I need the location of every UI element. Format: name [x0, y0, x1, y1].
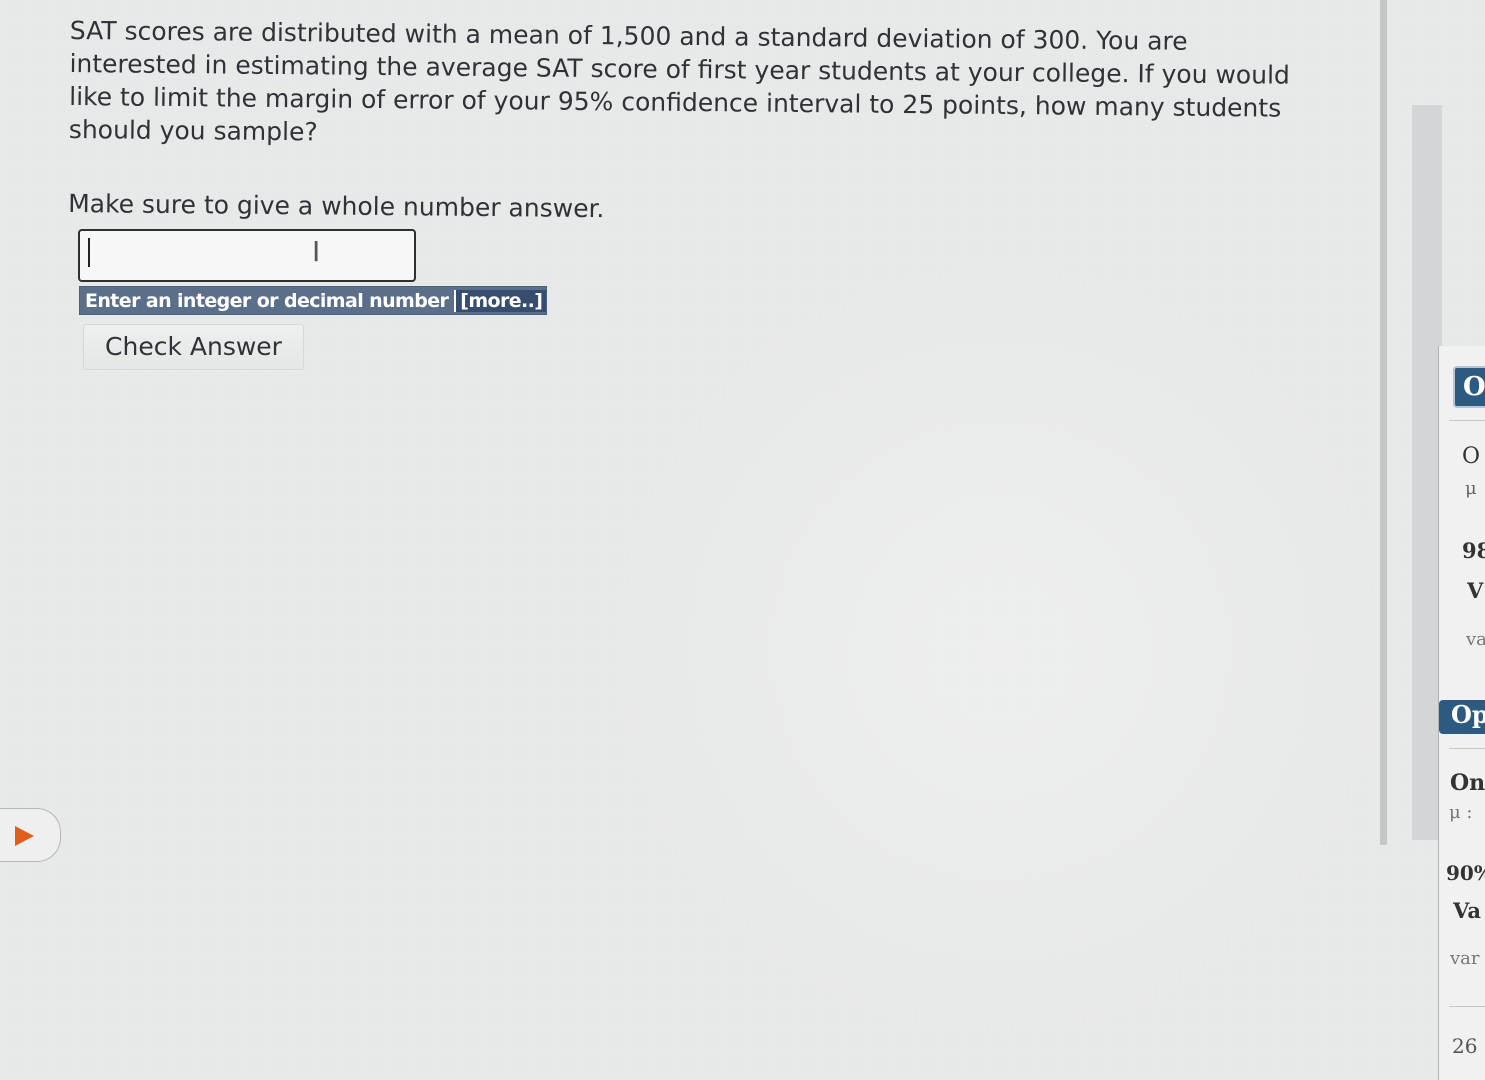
- question-block: SAT scores are distributed with a mean o…: [68, 14, 1300, 231]
- question-text: SAT scores are distributed with a mean o…: [68, 15, 1290, 147]
- check-answer-button[interactable]: Check Answer: [83, 324, 304, 370]
- content-edge: [1380, 0, 1387, 845]
- side-panel-text: On: [1450, 770, 1485, 796]
- expand-tab[interactable]: [0, 808, 61, 862]
- side-panel: O O μ 98 V va Op On μ : 90% Va var 26: [1438, 346, 1485, 1080]
- side-panel-text: 26: [1452, 1034, 1478, 1058]
- side-panel-divider: [1449, 748, 1485, 749]
- side-panel-text: μ :: [1449, 802, 1473, 823]
- side-panel-text: μ: [1465, 478, 1477, 499]
- answer-format-hint: Enter an integer or decimal number [more…: [79, 286, 548, 315]
- hint-more-link[interactable]: [more..]: [454, 289, 547, 312]
- play-arrow-icon: [15, 826, 34, 846]
- side-panel-text: var: [1450, 948, 1480, 969]
- side-panel-text: 98: [1462, 538, 1485, 563]
- side-panel-divider: [1449, 420, 1485, 421]
- hint-text: Enter an integer or decimal number: [85, 289, 449, 312]
- side-panel-text: 90%: [1446, 861, 1485, 885]
- side-panel-text: V: [1467, 578, 1484, 603]
- answer-input[interactable]: [78, 229, 416, 282]
- text-cursor-icon: I: [312, 235, 321, 268]
- side-panel-text: O: [1462, 444, 1481, 469]
- side-panel-tab-mid[interactable]: Op: [1439, 700, 1485, 734]
- side-panel-text: va: [1466, 629, 1485, 650]
- text-caret: [88, 238, 90, 267]
- side-panel-divider: [1449, 1006, 1485, 1007]
- side-panel-tab-top[interactable]: O: [1453, 366, 1485, 408]
- side-panel-text: Va: [1453, 898, 1481, 923]
